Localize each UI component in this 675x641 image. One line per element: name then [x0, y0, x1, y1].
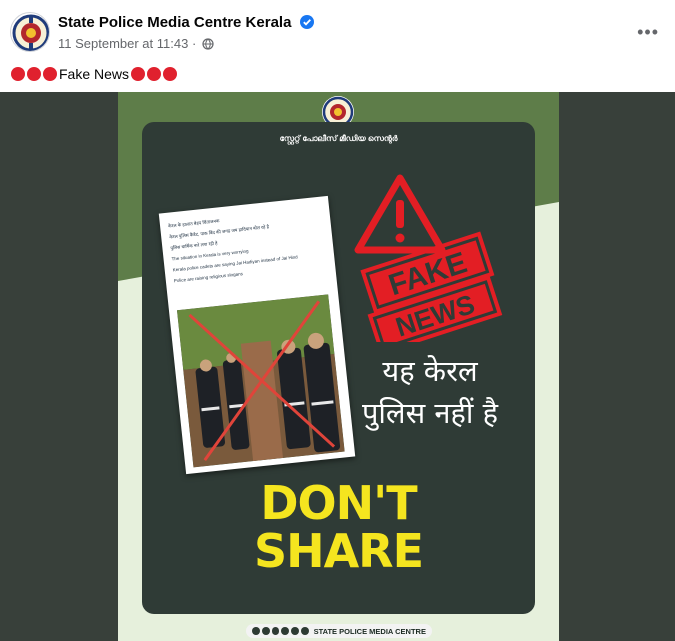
red-circle-emoji [131, 67, 146, 81]
more-options-icon[interactable]: ••• [637, 22, 659, 43]
facebook-icon [252, 627, 260, 635]
hindi-message: यह केरल पुलिस नहीं है [340, 350, 520, 434]
red-circle-emoji [11, 67, 25, 81]
instagram-icon [261, 627, 270, 635]
verified-badge-icon [299, 15, 314, 29]
footer-label: STATE POLICE MEDIA CENTRE [313, 626, 426, 636]
globe-icon[interactable] [202, 38, 214, 50]
clip-video-frame [176, 294, 345, 468]
fake-news-poster: സ്റ്റേറ്റ് പോലീസ് മീഡിയ സെന്റർ केरल के ह… [118, 92, 559, 641]
dont-share-line-1: DON'T [260, 476, 417, 530]
kerala-police-emblem-icon [12, 14, 49, 51]
dont-share-heading: DON'T SHARE [142, 479, 535, 575]
red-circle-emoji [43, 67, 57, 81]
page-avatar[interactable] [10, 12, 50, 52]
poster-malayalam-title: സ്റ്റേറ്റ് പോലീസ് മീഡിയ സെന്റർ [279, 134, 398, 143]
page-name[interactable]: State Police Media Centre Kerala [58, 14, 314, 31]
youtube-icon [281, 627, 290, 635]
post-image[interactable]: സ്റ്റേറ്റ് പോലീസ് മീഡിയ സെന്റർ केरल के ह… [0, 92, 675, 641]
hindi-line-2: पुलिस नहीं है [361, 396, 499, 430]
x-icon [291, 627, 299, 635]
poster-footer: STATE POLICE MEDIA CENTRE [246, 624, 432, 638]
fake-news-badge: FAKE NEWS [354, 172, 504, 355]
post-caption: Fake News [11, 66, 178, 82]
page-name-text[interactable]: State Police Media Centre Kerala [58, 14, 291, 31]
facebook-post: State Police Media Centre Kerala 11 Sept… [0, 0, 675, 641]
warning-triangle-icon: FAKE NEWS [354, 174, 503, 355]
red-circle-emoji [163, 67, 178, 81]
hindi-line-1: यह केरल [382, 354, 478, 388]
poster-card: സ്റ്റേറ്റ് പോലീസ് മീഡിയ സെന്റർ केरल के ह… [142, 122, 535, 614]
red-circle-emoji [27, 67, 41, 81]
clip-text-block: केरल के हालात बेहद चिंताजनक केरल पुलिस क… [168, 207, 324, 288]
post-meta: 11 September at 11:43 · [58, 36, 214, 51]
fake-video-screenshot: केरल के हालात बेहद चिंताजनक केरल पुलिस क… [158, 195, 356, 475]
marching-cadets-image [176, 294, 345, 468]
red-circle-emoji [147, 67, 162, 81]
dont-share-line-2: SHARE [253, 524, 424, 578]
meta-separator: · [191, 36, 197, 51]
web-icon [300, 627, 309, 635]
caption-text: Fake News [59, 66, 130, 82]
post-timestamp[interactable]: 11 September at 11:43 [58, 36, 188, 51]
post-header: State Police Media Centre Kerala 11 Sept… [0, 0, 675, 62]
whatsapp-icon [271, 627, 280, 635]
